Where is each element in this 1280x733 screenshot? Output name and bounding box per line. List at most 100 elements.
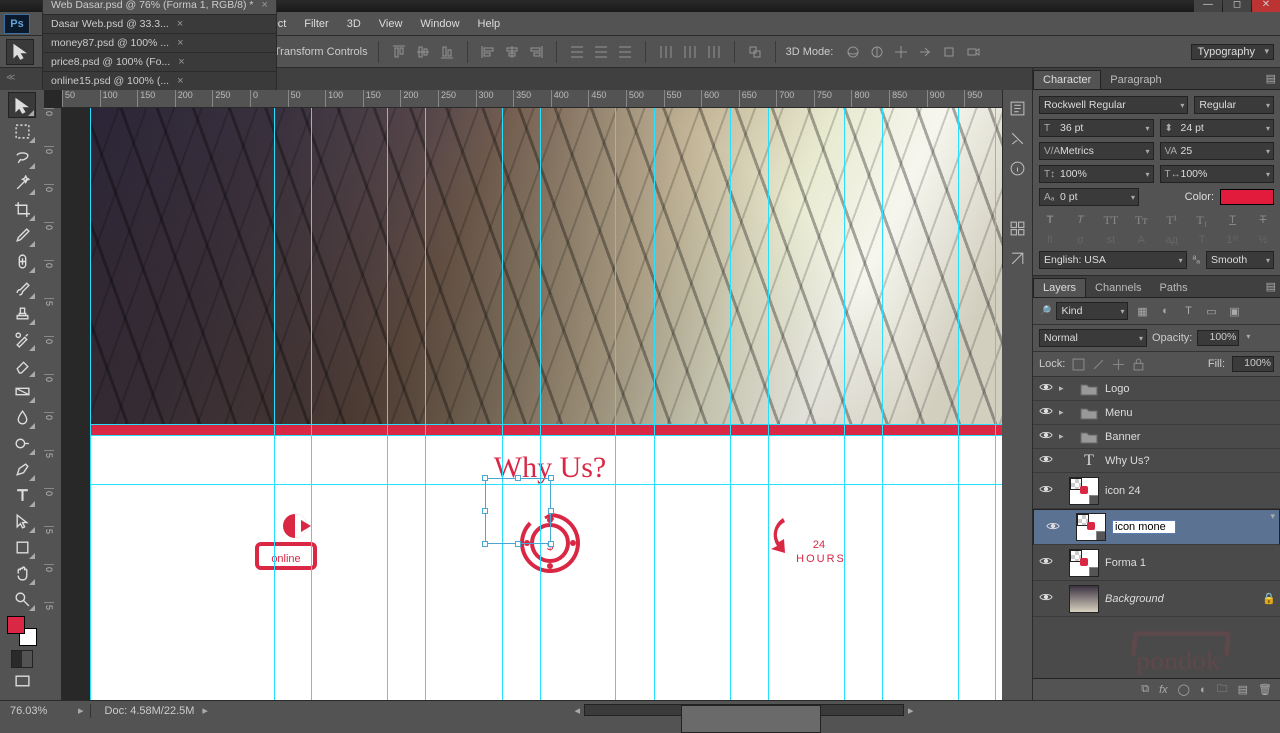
- healing-tool[interactable]: [8, 248, 36, 274]
- layer-name[interactable]: Background: [1105, 593, 1262, 605]
- layer-name[interactable]: Why Us?: [1105, 455, 1280, 467]
- kerning-field[interactable]: V/AMetrics: [1039, 142, 1154, 160]
- guide-vertical[interactable]: [730, 108, 731, 700]
- visibility-toggle-icon[interactable]: [1033, 406, 1059, 419]
- zoom-tool[interactable]: [8, 586, 36, 612]
- disclosure-icon[interactable]: ▸: [1059, 383, 1073, 394]
- pan-3d-icon[interactable]: [891, 42, 911, 62]
- transform-bounding-box[interactable]: [485, 478, 551, 544]
- delete-layer-icon[interactable]: 🗑: [1258, 683, 1272, 696]
- tab-layers[interactable]: Layers: [1033, 278, 1086, 297]
- blur-tool[interactable]: [8, 404, 36, 430]
- guide-vertical[interactable]: [425, 108, 426, 700]
- close-tab-icon[interactable]: ×: [177, 37, 183, 49]
- bold-toggle[interactable]: T: [1039, 211, 1061, 229]
- text-color-swatch[interactable]: [1220, 189, 1274, 205]
- tab-channels[interactable]: Channels: [1086, 279, 1150, 297]
- zoom-menu-icon[interactable]: ▸: [78, 704, 84, 717]
- ot-sigma[interactable]: σ: [1069, 234, 1091, 246]
- workspace-switcher-dropdown[interactable]: Typography: [1191, 44, 1274, 60]
- ruler-horizontal[interactable]: 5010015020025005010015020025030035040045…: [62, 90, 1002, 108]
- tab-scroll-left-icon[interactable]: ≪: [6, 72, 15, 83]
- hand-tool[interactable]: [8, 560, 36, 586]
- window-maximize-button[interactable]: ◻: [1223, 0, 1251, 12]
- filter-kind-dropdown[interactable]: Kind: [1056, 302, 1128, 320]
- tab-paths[interactable]: Paths: [1151, 279, 1197, 297]
- language-dropdown[interactable]: English: USA: [1039, 251, 1187, 269]
- fill-field[interactable]: 100%: [1232, 356, 1274, 372]
- color-swatches[interactable]: [7, 616, 37, 646]
- gradient-tool[interactable]: [8, 378, 36, 404]
- filter-smart-icon[interactable]: ▣: [1225, 303, 1243, 319]
- menu-view[interactable]: View: [370, 16, 412, 32]
- font-family-dropdown[interactable]: Rockwell Regular: [1039, 96, 1188, 114]
- subscript-toggle[interactable]: T₁: [1191, 211, 1213, 229]
- path-select-tool[interactable]: [8, 508, 36, 534]
- link-layers-icon[interactable]: ⧉: [1141, 683, 1149, 696]
- lasso-tool[interactable]: [8, 144, 36, 170]
- current-tool-icon[interactable]: [6, 39, 34, 65]
- guide-vertical[interactable]: [882, 108, 883, 700]
- magic-wand-tool[interactable]: [8, 170, 36, 196]
- document-tab[interactable]: Dasar Web.psd @ 33.3...×: [42, 14, 277, 33]
- guide-vertical[interactable]: [90, 108, 91, 700]
- align-hcenter-icon[interactable]: [502, 42, 522, 62]
- distribute-right-icon[interactable]: [704, 42, 724, 62]
- document-viewport[interactable]: Why Us? online $ 24HOURS: [62, 108, 1002, 700]
- slide-3d-icon[interactable]: [915, 42, 935, 62]
- ot-ad[interactable]: ад: [1161, 234, 1183, 246]
- history-panel-icon[interactable]: [1008, 98, 1028, 118]
- document-tab[interactable]: money87.psd @ 100% ...×: [42, 33, 277, 52]
- ot-1st[interactable]: 1ˢᵗ: [1222, 234, 1244, 246]
- menu-filter[interactable]: Filter: [295, 16, 337, 32]
- camera-3d-icon[interactable]: [963, 42, 983, 62]
- pen-tool[interactable]: [8, 456, 36, 482]
- layer-name[interactable]: Forma 1: [1105, 557, 1280, 569]
- zoom-level[interactable]: 76.03%: [0, 705, 78, 717]
- layer-thumbnail[interactable]: [1069, 585, 1099, 613]
- window-close-button[interactable]: ✕: [1252, 0, 1280, 12]
- ot-t1[interactable]: T: [1191, 234, 1213, 246]
- ot-fi[interactable]: fi: [1039, 234, 1061, 246]
- transform-handle[interactable]: [548, 541, 554, 547]
- menu-3d[interactable]: 3D: [338, 16, 370, 32]
- close-tab-icon[interactable]: ×: [261, 0, 267, 11]
- align-left-icon[interactable]: [478, 42, 498, 62]
- transform-handle[interactable]: [482, 508, 488, 514]
- font-size-field[interactable]: T36 pt: [1039, 119, 1154, 137]
- underline-toggle[interactable]: T: [1222, 211, 1244, 229]
- guide-vertical[interactable]: [768, 108, 769, 700]
- layer-row[interactable]: Background🔒: [1033, 581, 1280, 617]
- lock-transparent-icon[interactable]: [1072, 358, 1085, 371]
- orbit-3d-icon[interactable]: [843, 42, 863, 62]
- transform-handle[interactable]: [482, 475, 488, 481]
- guide-vertical[interactable]: [654, 108, 655, 700]
- layer-name[interactable]: icon 24: [1105, 485, 1280, 497]
- transform-handle[interactable]: [548, 475, 554, 481]
- layer-row[interactable]: ▸Logo: [1033, 377, 1280, 401]
- filter-pixel-icon[interactable]: ▦: [1133, 303, 1151, 319]
- layer-fx-icon[interactable]: fx: [1159, 684, 1168, 696]
- horizontal-scrollbar[interactable]: ◂▸: [208, 704, 1280, 717]
- visibility-toggle-icon[interactable]: [1033, 454, 1059, 467]
- scale-3d-icon[interactable]: [939, 42, 959, 62]
- italic-toggle[interactable]: T: [1069, 211, 1091, 229]
- align-bottom-icon[interactable]: [437, 42, 457, 62]
- swatches-panel-icon[interactable]: [1008, 218, 1028, 238]
- shape-tool[interactable]: [8, 534, 36, 560]
- transform-handle[interactable]: [482, 541, 488, 547]
- tracking-field[interactable]: VA25: [1160, 142, 1275, 160]
- stamp-tool[interactable]: [8, 300, 36, 326]
- quickmask-toggle[interactable]: [11, 650, 33, 668]
- antialias-dropdown[interactable]: Smooth: [1206, 251, 1274, 269]
- doc-size[interactable]: Doc: 4.58M/22.5M: [97, 705, 203, 717]
- menu-window[interactable]: Window: [411, 16, 468, 32]
- type-tool[interactable]: [8, 482, 36, 508]
- layer-row[interactable]: [1033, 509, 1280, 545]
- ruler-vertical[interactable]: 00000500050505: [44, 108, 62, 700]
- history-brush-tool[interactable]: [8, 326, 36, 352]
- distribute-left-icon[interactable]: [656, 42, 676, 62]
- adjustment-layer-icon[interactable]: ◐: [1200, 684, 1207, 696]
- disclosure-icon[interactable]: ▸: [1059, 407, 1073, 418]
- guide-vertical[interactable]: [844, 108, 845, 700]
